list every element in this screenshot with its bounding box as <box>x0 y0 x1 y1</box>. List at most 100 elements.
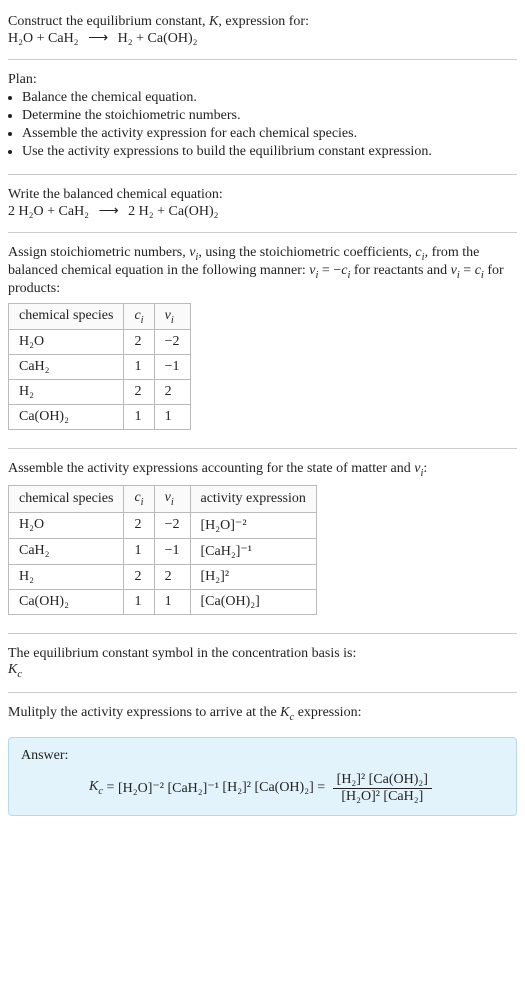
stoich-table: chemical species ci νi H₂O 2 −2 CaH₂ 1 −… <box>8 303 191 431</box>
kc-lhs: Kc <box>89 779 103 797</box>
cell-vi: 1 <box>154 405 190 430</box>
cell-vi: −2 <box>154 330 190 355</box>
cell-vi: −2 <box>154 512 190 538</box>
activity-section: Assemble the activity expressions accoun… <box>8 455 517 627</box>
term: [H₂O]⁻² <box>118 780 164 797</box>
species: Ca(OH)₂ <box>148 31 198 46</box>
species: H₂ <box>139 204 154 219</box>
unbalanced-equation: H₂O + CaH₂ ⟶ H₂ + Ca(OH)₂ <box>8 30 517 47</box>
prompt-text: Construct the equilibrium constant, K, e… <box>8 14 517 30</box>
cell-ci: 1 <box>124 355 154 380</box>
cell-ci: 1 <box>124 538 154 564</box>
term: [Ca(OH)₂] <box>254 780 313 796</box>
table-row: CaH₂ 1 −1 [CaH₂]⁻¹ <box>9 538 317 564</box>
divider <box>8 692 517 693</box>
col-vi: νi <box>154 486 190 513</box>
cell-vi: 1 <box>154 589 190 614</box>
plan-item: Assemble the activity expression for eac… <box>22 126 517 142</box>
cell-species: H₂ <box>9 564 124 589</box>
fraction-num: [H₂]² [Ca(OH)₂] <box>333 772 432 789</box>
activity-intro: Assemble the activity expressions accoun… <box>8 461 517 479</box>
cell-vi: 2 <box>154 380 190 405</box>
divider <box>8 174 517 175</box>
kc-expression: Kc = [H₂O]⁻² [CaH₂]⁻¹ [H₂]² [Ca(OH)₂] = … <box>21 772 504 805</box>
cell-vi: 2 <box>154 564 190 589</box>
col-ci: ci <box>124 303 154 330</box>
basis-section: The equilibrium constant symbol in the c… <box>8 640 517 686</box>
reaction-arrow-icon: ⟶ <box>82 30 114 47</box>
divider <box>8 59 517 60</box>
col-species: chemical species <box>9 303 124 330</box>
cell-ci: 2 <box>124 512 154 538</box>
table-header-row: chemical species ci νi <box>9 303 191 330</box>
answer-label: Answer: <box>21 748 504 764</box>
cell-expr: [CaH₂]⁻¹ <box>190 538 316 564</box>
plan-list: Balance the chemical equation. Determine… <box>8 90 517 160</box>
cell-expr: [H₂O]⁻² <box>190 512 316 538</box>
term: [CaH₂]⁻¹ <box>167 780 218 797</box>
col-ci: ci <box>124 486 154 513</box>
cell-species: Ca(OH)₂ <box>9 405 124 430</box>
fraction-den: [H₂O]² [CaH₂] <box>333 789 432 805</box>
balanced-intro: Write the balanced chemical equation: <box>8 187 517 203</box>
equals: = <box>314 780 329 796</box>
cell-expr: [Ca(OH)₂] <box>190 589 316 614</box>
answer-box: Answer: Kc = [H₂O]⁻² [CaH₂]⁻¹ [H₂]² [Ca(… <box>8 737 517 816</box>
col-species: chemical species <box>9 486 124 513</box>
equals: = <box>103 780 118 796</box>
activity-table: chemical species ci νi activity expressi… <box>8 485 317 615</box>
table-header-row: chemical species ci νi activity expressi… <box>9 486 317 513</box>
plan-title: Plan: <box>8 72 517 88</box>
multiply-section: Mulitply the activity expressions to arr… <box>8 699 517 729</box>
plan-item: Determine the stoichiometric numbers. <box>22 108 517 124</box>
cell-expr: [H₂]² <box>190 564 316 589</box>
coeff: 2 <box>8 204 15 219</box>
species: Ca(OH)₂ <box>169 204 219 219</box>
plan-item: Balance the chemical equation. <box>22 90 517 106</box>
term: [H₂]² <box>222 780 251 796</box>
kc-symbol: Kc <box>8 662 517 680</box>
K-symbol: K <box>209 14 218 29</box>
header-section: Construct the equilibrium constant, K, e… <box>8 8 517 53</box>
table-row: Ca(OH)₂ 1 1 <box>9 405 191 430</box>
species: H₂O <box>8 31 33 46</box>
divider <box>8 232 517 233</box>
reaction-arrow-icon: ⟶ <box>93 203 125 220</box>
table-row: H₂ 2 2 <box>9 380 191 405</box>
species: H₂O <box>19 204 44 219</box>
table-row: CaH₂ 1 −1 <box>9 355 191 380</box>
balanced-equation: 2 H₂O + CaH₂ ⟶ 2 H₂ + Ca(OH)₂ <box>8 203 517 220</box>
stoich-section: Assign stoichiometric numbers, νi, using… <box>8 239 517 442</box>
divider <box>8 448 517 449</box>
plan-item: Use the activity expressions to build th… <box>22 144 517 160</box>
cell-species: Ca(OH)₂ <box>9 589 124 614</box>
fraction: [H₂]² [Ca(OH)₂] [H₂O]² [CaH₂] <box>333 772 432 805</box>
col-vi: νi <box>154 303 190 330</box>
cell-species: H₂O <box>9 512 124 538</box>
balanced-section: Write the balanced chemical equation: 2 … <box>8 181 517 226</box>
plan-section: Plan: Balance the chemical equation. Det… <box>8 66 517 168</box>
col-expr: activity expression <box>190 486 316 513</box>
table-row: Ca(OH)₂ 1 1 [Ca(OH)₂] <box>9 589 317 614</box>
table-row: H₂O 2 −2 [H₂O]⁻² <box>9 512 317 538</box>
cell-ci: 1 <box>124 589 154 614</box>
table-row: H₂O 2 −2 <box>9 330 191 355</box>
cell-species: CaH₂ <box>9 355 124 380</box>
cell-species: H₂O <box>9 330 124 355</box>
stoich-intro: Assign stoichiometric numbers, νi, using… <box>8 245 517 297</box>
cell-ci: 2 <box>124 380 154 405</box>
basis-intro: The equilibrium constant symbol in the c… <box>8 646 517 662</box>
cell-species: H₂ <box>9 380 124 405</box>
coeff: 2 <box>128 204 135 219</box>
table-row: H₂ 2 2 [H₂]² <box>9 564 317 589</box>
divider <box>8 633 517 634</box>
cell-ci: 1 <box>124 405 154 430</box>
multiply-intro: Mulitply the activity expressions to arr… <box>8 705 517 723</box>
species: H₂ <box>118 31 133 46</box>
cell-vi: −1 <box>154 355 190 380</box>
species: CaH₂ <box>59 204 90 219</box>
cell-vi: −1 <box>154 538 190 564</box>
cell-species: CaH₂ <box>9 538 124 564</box>
species: CaH₂ <box>48 31 79 46</box>
cell-ci: 2 <box>124 330 154 355</box>
